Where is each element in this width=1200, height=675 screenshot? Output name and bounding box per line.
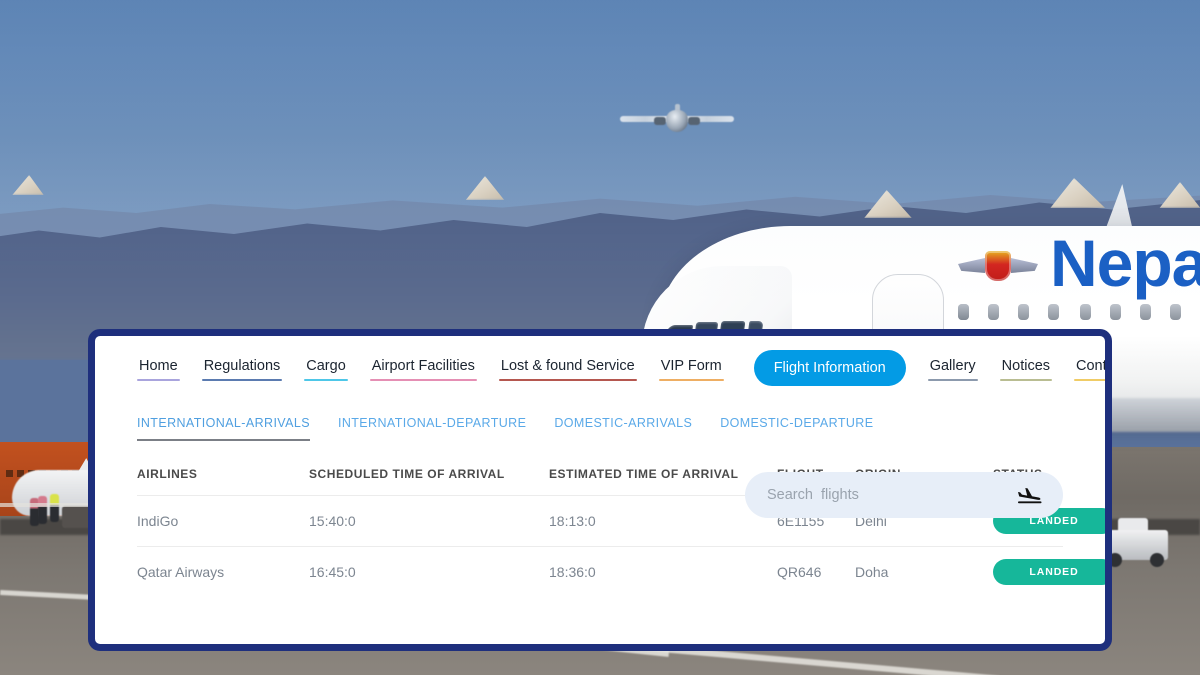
nav-underline: [201, 379, 283, 381]
small-plane-engine-left: [654, 117, 666, 125]
nav-item-home[interactable]: Home: [137, 354, 180, 386]
cell-airline: Qatar Airways: [137, 546, 309, 597]
main-navigation: Home Regulations Cargo Airport Facilitie…: [137, 336, 1105, 386]
nav-label: Home: [139, 358, 178, 374]
flight-information-card: Home Regulations Cargo Airport Facilitie…: [88, 329, 1112, 651]
small-plane-engine-right: [688, 117, 700, 125]
cabin-window: [958, 304, 969, 320]
page-root: Nepa Home Regulations Cargo Airport Faci…: [0, 0, 1200, 675]
cabin-window: [1140, 304, 1151, 320]
search-area: [745, 472, 1063, 518]
ground-crew-person: [38, 496, 47, 524]
cabin-window: [1170, 304, 1181, 320]
flight-category-tabs: INTERNATIONAL-ARRIVALS INTERNATIONAL-DEP…: [137, 416, 1063, 441]
cabin-window: [1080, 304, 1091, 320]
plane-landing-icon[interactable]: [1017, 485, 1043, 505]
nav-item-vip-form[interactable]: VIP Form: [658, 354, 724, 386]
cabin-window: [988, 304, 999, 320]
nav-label: Lost & found Service: [500, 358, 635, 374]
nav-label: Flight Information: [773, 360, 886, 376]
nav-label: Airport Facilities: [371, 358, 475, 374]
nav-item-cargo[interactable]: Cargo: [304, 354, 348, 386]
cell-estimated: 18:36:0: [549, 546, 777, 597]
column-header-airlines: AIRLINES: [137, 467, 198, 481]
nav-label: VIP Form: [660, 358, 722, 374]
nav-underline: [927, 379, 978, 381]
nav-underline: [137, 379, 180, 381]
nav-item-regulations[interactable]: Regulations: [201, 354, 283, 386]
nav-label: Gallery: [929, 358, 976, 374]
aircraft-livery-text: Nepa: [1050, 226, 1200, 300]
cell-scheduled: 16:45:0: [309, 546, 549, 597]
nav-underline: [999, 379, 1053, 381]
nav-item-contact[interactable]: Contact: [1074, 354, 1107, 386]
nav-item-gallery[interactable]: Gallery: [927, 354, 978, 386]
search-box[interactable]: [745, 472, 1063, 518]
nav-underline: [304, 379, 348, 381]
column-header-scheduled: SCHEDULED TIME OF ARRIVAL: [309, 467, 505, 481]
nav-underline: [369, 379, 477, 381]
cabin-window: [1110, 304, 1121, 320]
small-plane-fuselage: [666, 110, 688, 132]
nav-item-notices[interactable]: Notices: [999, 354, 1053, 386]
cell-airline: IndiGo: [137, 495, 309, 547]
tab-international-departure[interactable]: INTERNATIONAL-DEPARTURE: [338, 416, 526, 441]
cabin-window-row: [958, 304, 1200, 322]
cabin-window: [1048, 304, 1059, 320]
winged-crest-logo: [958, 248, 1038, 286]
search-input[interactable]: [765, 486, 1017, 504]
crest-shield: [985, 251, 1011, 281]
nav-label: Cargo: [306, 358, 346, 374]
tab-international-arrivals[interactable]: INTERNATIONAL-ARRIVALS: [137, 416, 310, 441]
flying-small-plane: [620, 104, 734, 138]
nav-underline: [498, 379, 637, 381]
nav-label: Notices: [1001, 358, 1051, 374]
nav-label: Regulations: [203, 358, 281, 374]
table-row[interactable]: Qatar Airways 16:45:0 18:36:0 QR646 Doha…: [137, 546, 1105, 597]
cell-scheduled: 15:40:0: [309, 495, 549, 547]
status-badge: LANDED: [993, 559, 1105, 585]
column-header-estimated: ESTIMATED TIME OF ARRIVAL: [549, 467, 739, 481]
nav-item-lost-and-found-service[interactable]: Lost & found Service: [498, 354, 637, 386]
crest-wing-left: [958, 258, 985, 273]
nav-item-flight-information[interactable]: Flight Information: [753, 350, 906, 386]
ground-crew-person-hivis: [50, 494, 59, 522]
cell-flight: QR646: [777, 546, 855, 597]
nav-underline: [658, 379, 724, 381]
tab-domestic-arrivals[interactable]: DOMESTIC-ARRIVALS: [554, 416, 692, 441]
nav-label: Contact: [1076, 358, 1107, 374]
cabin-window: [1018, 304, 1029, 320]
tab-domestic-departure[interactable]: DOMESTIC-DEPARTURE: [720, 416, 873, 441]
cell-status: LANDED: [993, 546, 1105, 597]
cell-origin: Doha: [855, 546, 993, 597]
nav-item-airport-facilities[interactable]: Airport Facilities: [369, 354, 477, 386]
crest-wing-right: [1011, 258, 1038, 273]
cell-estimated: 18:13:0: [549, 495, 777, 547]
nav-underline: [1074, 379, 1105, 381]
vehicle-wheel: [1150, 553, 1164, 567]
